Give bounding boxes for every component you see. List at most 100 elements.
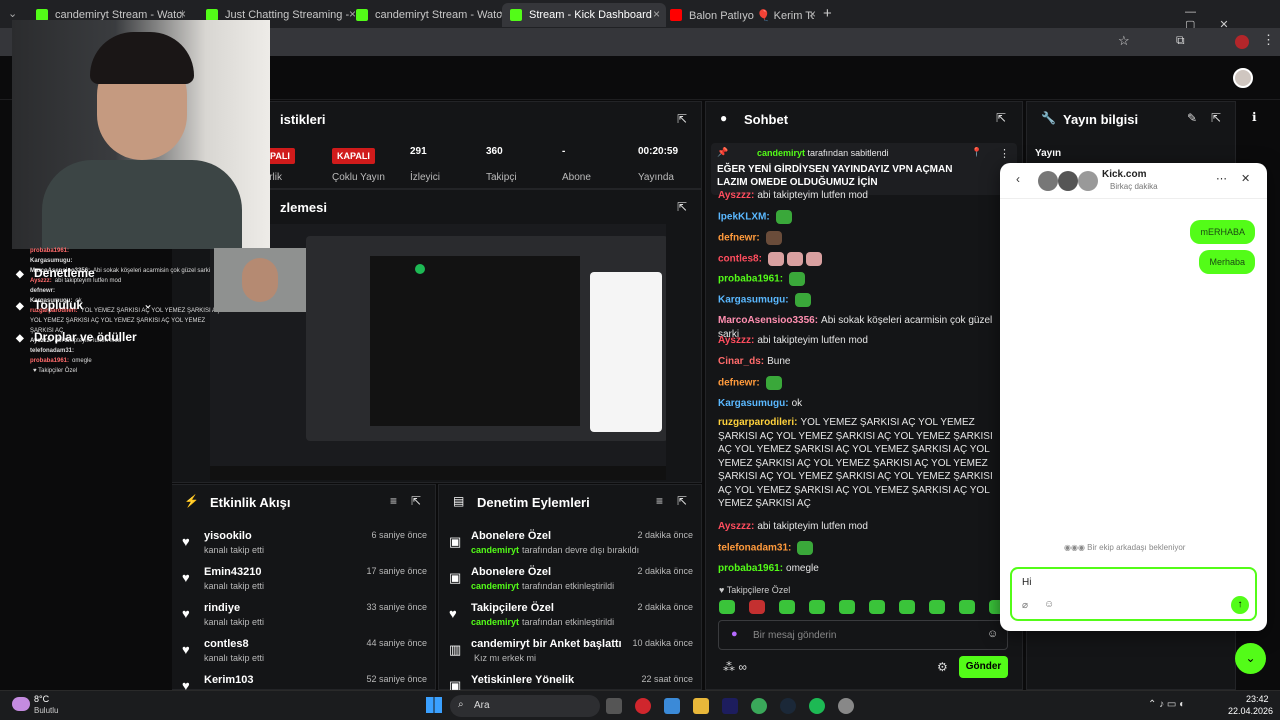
chat-username[interactable]: defnewr: [718, 233, 760, 244]
emote-icon[interactable] [749, 600, 765, 614]
files-icon[interactable] [606, 698, 622, 714]
chat-username[interactable]: Kargasumugu: [718, 398, 789, 409]
popout-icon[interactable]: ⇱ [677, 200, 687, 214]
chat-username[interactable]: Ayszzz: [718, 521, 754, 532]
menu-dots-icon[interactable]: ⋮ [1262, 32, 1275, 48]
chat-message[interactable]: Ayszzz: abi takipteyim lutfen mod [718, 334, 1003, 348]
browser-tab[interactable]: candemiryt Stream - Watch Liv× [348, 3, 512, 27]
sidebar-item[interactable]: ◆ Denetleme [16, 266, 95, 280]
back-icon[interactable]: ‹ [1016, 172, 1020, 186]
tab-list-chevron-icon[interactable]: ⌄ [8, 7, 17, 20]
tab-close-icon[interactable]: × [653, 7, 660, 21]
chat-username[interactable]: MarcoAsensioo3356: [718, 315, 818, 326]
taskbar-search[interactable]: ⌕ Ara [450, 695, 600, 717]
unpin-icon[interactable]: 📍 [971, 147, 982, 158]
chat-launcher-button[interactable]: ⌄ [1235, 643, 1266, 674]
app-icon[interactable] [838, 698, 854, 714]
emote-icon[interactable] [719, 600, 735, 614]
photos-icon[interactable] [664, 698, 680, 714]
emoji-icon[interactable]: ☺ [987, 628, 998, 640]
info-icon[interactable]: ℹ [1252, 110, 1257, 124]
bookmark-star-icon[interactable]: ☆ [1118, 33, 1130, 49]
windows-start-icon[interactable] [426, 697, 442, 713]
chat-message[interactable]: defnewr: [718, 376, 1003, 390]
filter-icon[interactable]: ≡ [656, 494, 663, 508]
chat-message[interactable]: probaba1961: omegle [718, 562, 1003, 576]
chat-username[interactable]: Cinar_ds: [718, 356, 764, 367]
chat-message[interactable]: Ayszzz: abi takipteyim lutfen mod [718, 520, 1003, 534]
chat-message[interactable]: Kargasumugu: ok [718, 397, 1003, 411]
chat-input[interactable]: ● Bir mesaj gönderin ☺ [718, 620, 1008, 650]
preview-spotify-green [415, 264, 425, 274]
popout-icon[interactable]: ⇱ [677, 112, 687, 126]
extensions-icon[interactable]: ⧉ [1176, 33, 1185, 48]
chat-username[interactable]: IpekKLXM: [718, 212, 770, 223]
chat-username[interactable]: Ayszzz: [718, 335, 754, 346]
send-arrow-button[interactable]: ↑ [1231, 596, 1249, 614]
chat-username[interactable]: Ayszzz: [718, 190, 754, 201]
popout-icon[interactable]: ⇱ [677, 494, 687, 508]
stat-value: KAPALI [332, 148, 375, 164]
emote-icon [765, 376, 782, 390]
emote-icon[interactable] [869, 600, 885, 614]
edit-icon[interactable]: ✎ [1187, 111, 1197, 125]
chat-username[interactable]: probaba1961: [718, 563, 783, 574]
chat-message[interactable]: Ayszzz: abi takipteyim lutfen mod [718, 189, 1003, 203]
emote-icon[interactable] [899, 600, 915, 614]
chat-tools-icon[interactable]: ⁂ ∞ [723, 660, 747, 674]
emoji-icon[interactable]: ☺ [1044, 599, 1054, 610]
chat-message[interactable]: ruzgarparodileri: YOL YEMEZ ŞARKISI AÇ YO… [718, 416, 1003, 511]
popup-menu-icon[interactable]: ⋯ [1216, 172, 1227, 185]
sidebar-item[interactable]: ◆ Topluluk [16, 298, 83, 312]
filter-icon[interactable]: ≡ [390, 494, 397, 508]
chat-username[interactable]: defnewr: [718, 378, 760, 389]
chat-message[interactable]: telefonadam31: [718, 541, 1003, 555]
pinned-menu-icon[interactable]: ⋮ [999, 147, 1010, 160]
mic-icon[interactable]: ● [731, 628, 738, 640]
tray-icons[interactable]: ⌃ ♪ ▭ ◐ [1148, 699, 1185, 710]
activity-sub: kanalı takip etti [204, 581, 265, 591]
user-avatar[interactable] [1233, 68, 1253, 88]
profile-avatar[interactable] [1235, 35, 1249, 49]
emote-icon[interactable] [779, 600, 795, 614]
premiere-icon[interactable] [722, 698, 738, 714]
tab-close-icon[interactable]: × [179, 7, 186, 21]
popout-icon[interactable]: ⇱ [996, 111, 1006, 125]
browser-tab[interactable]: Stream - Kick Dashboard × [502, 3, 666, 27]
steam-icon[interactable] [780, 698, 796, 714]
browser-tab[interactable]: Balon Patlıyo 🎈 Kerim Token k× [662, 3, 822, 27]
spotify-icon[interactable] [809, 698, 825, 714]
pinned-message[interactable]: 📌 candemiryt tarafından sabitlendi 📍 ⋮ E… [711, 143, 1017, 195]
emote-icon[interactable] [929, 600, 945, 614]
popup-close-icon[interactable]: ✕ [1241, 172, 1250, 185]
chat-message[interactable]: Cinar_ds: Bune [718, 355, 1003, 369]
sidebar-item[interactable]: ◆ Droplar ve ödüller [16, 330, 137, 344]
chat-username[interactable]: ruzgarparodileri: [718, 417, 797, 428]
popout-icon[interactable]: ⇱ [411, 494, 421, 508]
emote-icon[interactable] [959, 600, 975, 614]
tab-close-icon[interactable]: × [809, 7, 816, 21]
new-tab-button[interactable]: + [823, 5, 832, 22]
chat-message[interactable]: defnewr: [718, 231, 1003, 245]
chat-username[interactable]: Kargasumugu: [718, 295, 789, 306]
chat-settings-icon[interactable]: ⚙ [937, 660, 948, 674]
chat-username[interactable]: telefonadam31: [718, 543, 791, 554]
chrome-icon[interactable] [751, 698, 767, 714]
emote-icon[interactable] [839, 600, 855, 614]
chat-message[interactable]: contles8: [718, 252, 1003, 266]
popout-icon[interactable]: ⇱ [1211, 111, 1221, 125]
emote-icon[interactable] [809, 600, 825, 614]
chat-message[interactable]: Kargasumugu: [718, 293, 1003, 307]
attach-icon[interactable]: ⌀ [1022, 600, 1028, 611]
chat-username[interactable]: probaba1961: [718, 274, 783, 285]
folder-icon[interactable] [693, 698, 709, 714]
send-button[interactable]: Gönder [959, 656, 1008, 678]
chevron-down-icon[interactable]: ⌄ [143, 297, 153, 311]
chat-username[interactable]: contles8: [718, 254, 762, 265]
panel-title: Denetim Eylemleri [477, 494, 590, 510]
chat-message[interactable]: probaba1961: [718, 272, 1003, 286]
popup-message-input[interactable]: Hi ⌀ ☺ ↑ [1010, 567, 1257, 621]
chat-message[interactable]: IpekKLXM: [718, 210, 1003, 224]
stat-label: Abone [562, 172, 591, 183]
opera-icon[interactable] [635, 698, 651, 714]
